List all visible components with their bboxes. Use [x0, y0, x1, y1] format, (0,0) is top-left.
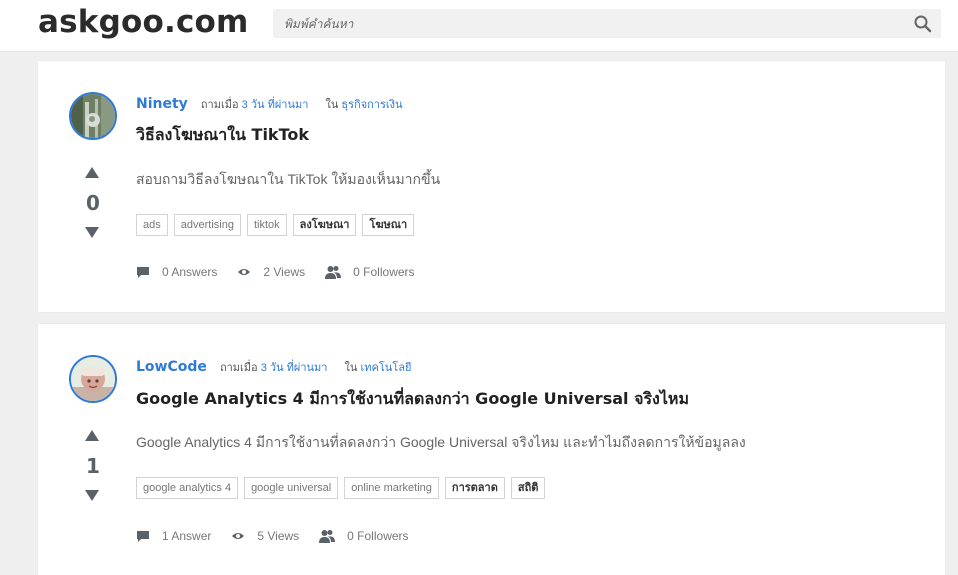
views-count: 5 Views	[257, 529, 300, 543]
eye-icon	[232, 533, 245, 539]
search-icon[interactable]	[913, 14, 933, 34]
tag[interactable]: google analytics 4	[136, 477, 239, 499]
upvote-icon[interactable]	[85, 167, 99, 178]
tag[interactable]: ลงโฆษณา	[292, 214, 357, 236]
tag[interactable]: online marketing	[344, 477, 439, 499]
downvote-icon[interactable]	[85, 490, 99, 501]
vote-count: 1	[86, 454, 100, 478]
answers-stat[interactable]: 1 Answer	[136, 529, 211, 543]
category-prefix: ใน	[325, 99, 339, 111]
post-meta: Ninety ถามเมื่อ 3 วัน ที่ผ่านมา ใน ธุรกิ…	[136, 95, 403, 113]
author-link[interactable]: Ninety	[136, 96, 188, 112]
followers-stat[interactable]: 0 Followers	[325, 265, 415, 279]
views-count: 2 Views	[263, 265, 306, 279]
upvote-icon[interactable]	[85, 430, 99, 441]
views-stat: 5 Views	[231, 529, 299, 543]
avatar[interactable]	[69, 355, 117, 403]
followers-count: 0 Followers	[347, 529, 409, 543]
post-stats: 0 Answers 2 Views 0 Followers	[136, 265, 435, 279]
question-title[interactable]: วิธีลงโฆษณาใน TikTok	[136, 123, 309, 148]
post-stats: 1 Answer 5 Views 0 Followers	[136, 529, 429, 543]
author-link[interactable]: LowCode	[136, 359, 207, 375]
tag[interactable]: ads	[136, 214, 168, 236]
followers-stat[interactable]: 0 Followers	[319, 529, 409, 543]
followers-count: 0 Followers	[353, 265, 415, 279]
answers-stat[interactable]: 0 Answers	[136, 265, 217, 279]
question-excerpt: สอบถามวิธีลงโฆษณาใน TikTok ให้มองเห็นมาก…	[136, 171, 441, 187]
vote-count: 0	[86, 191, 100, 215]
question-title[interactable]: Google Analytics 4 มีการใช้งานที่ลดลงกว่…	[136, 387, 689, 412]
downvote-icon[interactable]	[85, 227, 99, 238]
avatar[interactable]	[69, 92, 117, 140]
category-link[interactable]: เทคโนโลยี	[361, 362, 412, 374]
category-prefix: ใน	[344, 362, 358, 374]
question-card: 1 LowCode ถามเมื่อ 3 วัน ที่ผ่านมา ใน เท…	[37, 323, 946, 575]
views-stat: 2 Views	[237, 265, 305, 279]
answers-count: 0 Answers	[162, 265, 218, 279]
post-meta: LowCode ถามเมื่อ 3 วัน ที่ผ่านมา ใน เทคโ…	[136, 358, 411, 376]
users-icon	[319, 530, 336, 543]
tag-list: google analytics 4 google universal onli…	[136, 477, 546, 499]
tag[interactable]: สถิติ	[510, 477, 546, 499]
site-logo[interactable]: askgoo.com	[38, 4, 249, 40]
comment-icon	[137, 530, 149, 542]
question-card: 0 Ninety ถามเมื่อ 3 วัน ที่ผ่านมา ใน ธุร…	[37, 60, 946, 313]
asked-time-link[interactable]: 3 วัน ที่ผ่านมา	[261, 362, 328, 374]
question-excerpt: Google Analytics 4 มีการใช้งานที่ลดลงกว่…	[136, 434, 746, 450]
asked-prefix: ถามเมื่อ	[200, 99, 239, 111]
answers-count: 1 Answer	[162, 529, 212, 543]
users-icon	[325, 266, 342, 279]
asked-time-link[interactable]: 3 วัน ที่ผ่านมา	[242, 99, 309, 111]
tag[interactable]: tiktok	[246, 214, 287, 236]
comment-icon	[137, 266, 149, 278]
search-input[interactable]	[273, 9, 893, 38]
asked-prefix: ถามเมื่อ	[219, 362, 258, 374]
tag[interactable]: โฆษณา	[362, 214, 415, 236]
tag[interactable]: google universal	[244, 477, 339, 499]
site-header: askgoo.com	[0, 0, 958, 52]
category-link[interactable]: ธุรกิจการเงิน	[341, 99, 402, 111]
tag[interactable]: advertising	[173, 214, 241, 236]
tag-list: ads advertising tiktok ลงโฆษณา โฆษณา	[136, 214, 415, 236]
eye-icon	[238, 269, 251, 275]
search-bar	[273, 9, 941, 38]
tag[interactable]: การตลาด	[444, 477, 505, 499]
